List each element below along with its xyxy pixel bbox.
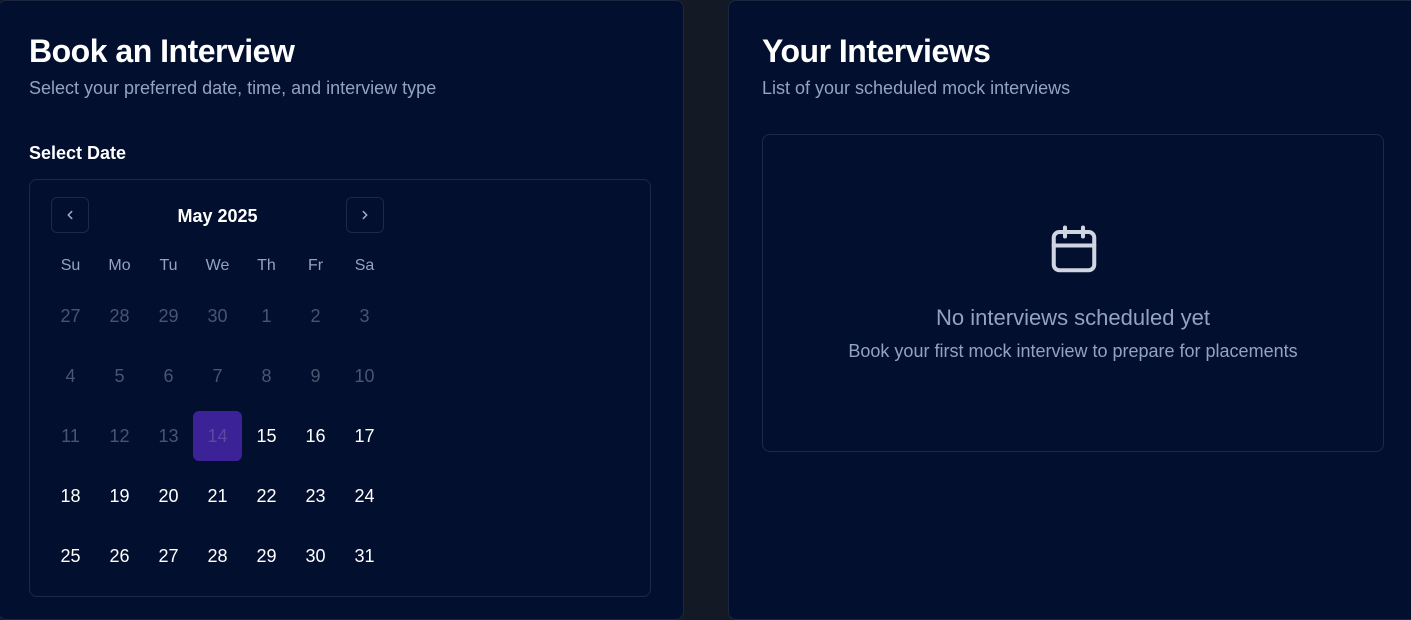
next-month-button[interactable] xyxy=(346,197,384,233)
your-interviews-subtitle: List of your scheduled mock interviews xyxy=(762,78,1071,98)
calendar-day[interactable]: 28 xyxy=(193,526,242,586)
calendar-day-number: 1 xyxy=(261,305,272,326)
calendar-day[interactable]: 29 xyxy=(242,526,291,586)
date-picker-calendar: May 2025 Su Mo Tu We Th Fr Sa 27 28 29 30 1 2 3 4 5 6 7 8 9… xyxy=(29,179,651,597)
calendar-day: 12 xyxy=(95,406,144,466)
calendar-day-number: 31 xyxy=(354,545,375,566)
calendar-day-number: 27 xyxy=(158,545,179,566)
calendar-day-number: 15 xyxy=(256,425,277,446)
weekday-header: We xyxy=(205,257,230,274)
chevron-right-icon xyxy=(362,210,368,220)
calendar-day: 10 xyxy=(340,346,389,406)
calendar-day[interactable]: 19 xyxy=(95,466,144,526)
weekday-header: Mo xyxy=(108,257,131,274)
calendar-day[interactable]: 24 xyxy=(340,466,389,526)
calendar-day[interactable]: 21 xyxy=(193,466,242,526)
calendar-day: 5 xyxy=(95,346,144,406)
calendar-day-number: 28 xyxy=(207,545,228,566)
previous-month-button[interactable] xyxy=(51,197,89,233)
calendar-day-number: 22 xyxy=(256,485,277,506)
calendar-day-number: 7 xyxy=(212,365,223,386)
calendar-day-number: 10 xyxy=(354,365,375,386)
calendar-day[interactable]: 17 xyxy=(340,406,389,466)
calendar-day: 3 xyxy=(340,286,389,346)
calendar-day-number: 28 xyxy=(109,305,130,326)
calendar-day[interactable]: 27 xyxy=(144,526,193,586)
calendar-day[interactable]: 23 xyxy=(291,466,340,526)
calendar-day: 6 xyxy=(144,346,193,406)
calendar-day[interactable]: 16 xyxy=(291,406,340,466)
calendar-day: 11 xyxy=(46,406,95,466)
calendar-day-number: 24 xyxy=(354,485,375,506)
calendar-day-number: 3 xyxy=(359,305,370,326)
select-date-label: Select Date xyxy=(29,143,127,163)
calendar-day-number: 29 xyxy=(158,305,179,326)
calendar-day-number: 2 xyxy=(310,305,321,326)
your-interviews-title: Your Interviews xyxy=(762,33,991,69)
calendar-day-number: 16 xyxy=(305,425,326,446)
calendar-day-number: 17 xyxy=(354,425,375,446)
calendar-day: 27 xyxy=(46,286,95,346)
calendar-day[interactable]: 26 xyxy=(95,526,144,586)
calendar-day: 9 xyxy=(291,346,340,406)
calendar-day: 1 xyxy=(242,286,291,346)
calendar-day: 29 xyxy=(144,286,193,346)
calendar-day-number: 21 xyxy=(207,485,228,506)
calendar-grid: Su Mo Tu We Th Fr Sa 27 28 29 30 1 2 3 4 5 6 7 8 9 10 11 12 13 1… xyxy=(46,246,389,586)
calendar-day[interactable]: 30 xyxy=(291,526,340,586)
calendar-day-number: 4 xyxy=(65,365,76,386)
calendar-day-number: 29 xyxy=(256,545,277,566)
chevron-left-icon xyxy=(67,210,73,220)
calendar-day: 30 xyxy=(193,286,242,346)
calendar-day-number: 12 xyxy=(109,425,130,446)
calendar-day: 8 xyxy=(242,346,291,406)
calendar-day-number: 18 xyxy=(60,485,81,506)
calendar-day-number: 20 xyxy=(158,485,179,506)
calendar-day[interactable]: 15 xyxy=(242,406,291,466)
calendar-day-number: 30 xyxy=(207,305,228,326)
empty-state-title: No interviews scheduled yet xyxy=(936,305,1210,330)
calendar-icon xyxy=(1051,225,1097,273)
calendar-day[interactable]: 31 xyxy=(340,526,389,586)
weekday-header: Tu xyxy=(159,257,178,274)
book-interview-title: Book an Interview xyxy=(29,33,295,69)
calendar-day[interactable]: 22 xyxy=(242,466,291,526)
weekday-header: Th xyxy=(257,257,276,274)
calendar-day-number: 14 xyxy=(193,411,242,461)
weekday-header: Su xyxy=(60,257,81,274)
calendar-day: 28 xyxy=(95,286,144,346)
book-interview-panel: Book an Interview Select your preferred … xyxy=(0,0,684,620)
calendar-day-number: 23 xyxy=(305,485,326,506)
calendar-day: 13 xyxy=(144,406,193,466)
calendar-day-number: 11 xyxy=(61,425,80,446)
calendar-day-number: 5 xyxy=(114,365,125,386)
calendar-day-number: 13 xyxy=(158,425,179,446)
calendar-day-number: 25 xyxy=(60,545,81,566)
calendar-day[interactable]: 25 xyxy=(46,526,95,586)
weekday-header: Fr xyxy=(307,257,324,274)
calendar-day-number: 8 xyxy=(261,365,272,386)
calendar-month-label: May 2025 xyxy=(177,206,258,226)
calendar-day-number: 27 xyxy=(60,305,81,326)
calendar-day-number: 26 xyxy=(109,545,130,566)
weekday-header: Sa xyxy=(354,257,375,274)
your-interviews-panel: Your Interviews List of your scheduled m… xyxy=(728,0,1411,620)
calendar-day-number: 19 xyxy=(109,485,130,506)
calendar-day-number: 9 xyxy=(310,365,321,386)
empty-state: No interviews scheduled yet Book your fi… xyxy=(762,134,1384,452)
calendar-day-number: 30 xyxy=(305,545,326,566)
calendar-day-selected: 14 xyxy=(193,406,242,466)
book-interview-subtitle: Select your preferred date, time, and in… xyxy=(29,78,437,98)
calendar-day: 4 xyxy=(46,346,95,406)
calendar-day-number: 6 xyxy=(163,365,174,386)
calendar-day[interactable]: 18 xyxy=(46,466,95,526)
empty-state-subtitle: Book your first mock interview to prepar… xyxy=(848,341,1298,361)
calendar-day[interactable]: 20 xyxy=(144,466,193,526)
calendar-day: 7 xyxy=(193,346,242,406)
calendar-day: 2 xyxy=(291,286,340,346)
